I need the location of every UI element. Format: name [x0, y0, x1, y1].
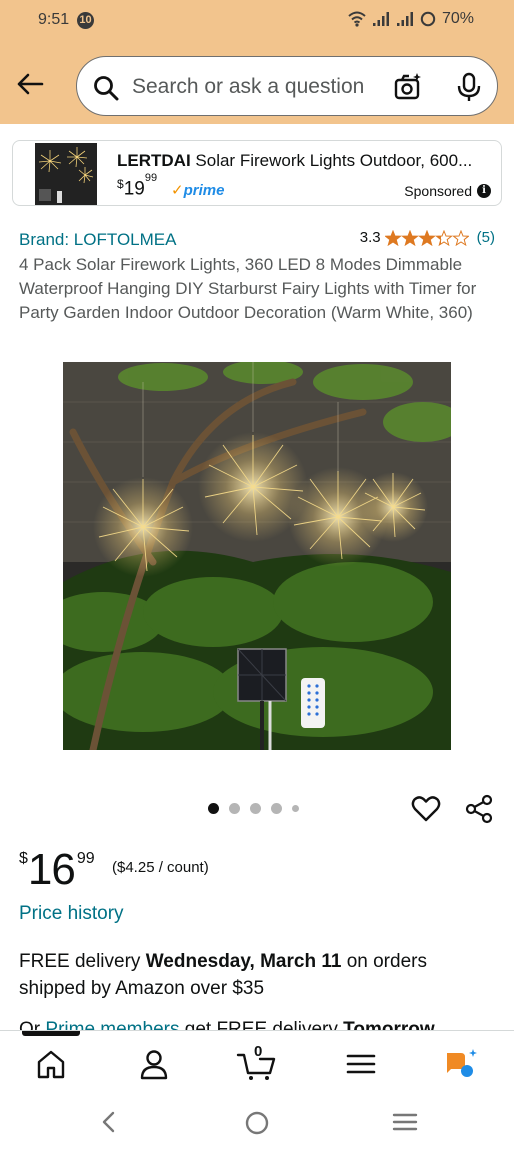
price-currency: $	[19, 850, 28, 867]
status-bar: 9:51 10 70%	[0, 0, 514, 42]
nav-home[interactable]	[33, 1047, 69, 1081]
signal-icon	[372, 12, 389, 26]
share-button[interactable]	[464, 794, 494, 829]
star-rating-icon	[384, 229, 469, 246]
unit-price: ($4.25 / count)	[112, 859, 209, 876]
app-header: 9:51 10 70%	[0, 0, 514, 124]
info-icon[interactable]: i	[477, 184, 491, 198]
nav-menu[interactable]	[343, 1047, 379, 1081]
bottom-navigation: 0	[0, 1030, 514, 1094]
system-recents-button[interactable]	[392, 1110, 418, 1139]
nav-rufus-assistant[interactable]	[443, 1047, 479, 1081]
system-back-button[interactable]	[99, 1110, 119, 1139]
add-to-list-button[interactable]	[411, 794, 441, 829]
camera-search-icon[interactable]	[393, 72, 423, 102]
carousel-dot[interactable]	[208, 803, 219, 814]
prime-delivery-prefix: Or	[19, 1019, 46, 1030]
nav-cart[interactable]: 0	[236, 1043, 280, 1081]
system-home-button[interactable]	[244, 1110, 270, 1141]
brand-link[interactable]: Brand: LOFTOLMEA	[19, 230, 176, 250]
product-title: 4 Pack Solar Firework Lights, 360 LED 8 …	[19, 255, 477, 322]
share-icon	[465, 794, 493, 824]
ad-price-fraction: 99	[144, 172, 158, 184]
ad-price: $1999	[117, 172, 157, 200]
nav-account[interactable]	[136, 1047, 172, 1081]
rating-count: (5)	[476, 229, 495, 246]
circle-icon	[245, 1111, 269, 1135]
menu-icon	[346, 1054, 376, 1074]
sponsored-label[interactable]: Sponsored i	[404, 183, 491, 199]
search-icon	[94, 76, 119, 101]
rufus-icon	[447, 1049, 477, 1077]
ad-thumbnail	[35, 143, 97, 205]
signal-icon-2	[396, 12, 413, 26]
price-history-link[interactable]: Price history	[19, 903, 124, 925]
user-icon	[140, 1050, 168, 1080]
prime-check-icon: ✓	[171, 182, 184, 199]
back-button[interactable]	[14, 68, 46, 100]
rating-value: 3.3	[359, 229, 381, 246]
microphone-icon[interactable]	[455, 72, 483, 102]
product-image[interactable]	[63, 362, 451, 750]
product-price: $ 16 99	[19, 846, 95, 894]
rating-summary[interactable]: 3.3 (5)	[360, 229, 495, 246]
prime-delivery-date: Tomorrow	[343, 1019, 435, 1030]
price-whole: 16	[27, 845, 76, 894]
search-bar[interactable]	[76, 56, 498, 116]
search-input[interactable]	[132, 72, 394, 102]
delivery-prefix: FREE delivery	[19, 951, 146, 972]
prime-label: prime	[183, 182, 225, 199]
active-tab-indicator	[22, 1031, 80, 1036]
ad-title[interactable]: LERTDAI Solar Firework Lights Outdoor, 6…	[117, 151, 497, 171]
carousel-dot[interactable]	[271, 803, 282, 814]
price-fraction: 99	[76, 850, 95, 867]
ad-title-text: Solar Firework Lights Outdoor, 600...	[195, 151, 473, 170]
status-time: 9:51	[38, 11, 70, 28]
wifi-icon	[348, 11, 366, 27]
sponsored-ad[interactable]: LERTDAI Solar Firework Lights Outdoor, 6…	[12, 140, 502, 206]
battery-percent: 70%	[441, 10, 474, 27]
sponsored-text: Sponsored	[404, 183, 472, 199]
prime-members-link[interactable]: Prime members	[45, 1019, 179, 1030]
prime-delivery-info: Or Prime members get FREE delivery Tomor…	[19, 1016, 499, 1030]
battery-icon	[420, 11, 436, 27]
image-carousel-dots[interactable]	[208, 803, 299, 814]
carousel-dot[interactable]	[229, 803, 240, 814]
ad-brand: LERTDAI	[117, 151, 191, 170]
prime-badge: ✓prime	[171, 181, 224, 199]
chevron-left-icon	[102, 1111, 115, 1133]
prime-delivery-middle: get FREE delivery	[179, 1019, 344, 1030]
carousel-dot[interactable]	[250, 803, 261, 814]
arrow-left-icon	[17, 73, 44, 95]
recents-icon	[392, 1113, 418, 1131]
carousel-dot[interactable]	[292, 805, 299, 812]
status-icons: 70%	[348, 10, 474, 28]
cart-count: 0	[254, 1043, 263, 1060]
system-navigation-bar	[0, 1094, 514, 1151]
delivery-info: FREE delivery Wednesday, March 11 on ord…	[19, 948, 489, 1002]
delivery-date: Wednesday, March 11	[145, 951, 342, 972]
heart-icon	[411, 796, 441, 822]
notification-count-badge: 10	[77, 12, 94, 29]
home-icon	[37, 1050, 65, 1079]
ad-price-currency: $	[117, 177, 124, 192]
ad-price-whole: 19	[123, 178, 145, 200]
